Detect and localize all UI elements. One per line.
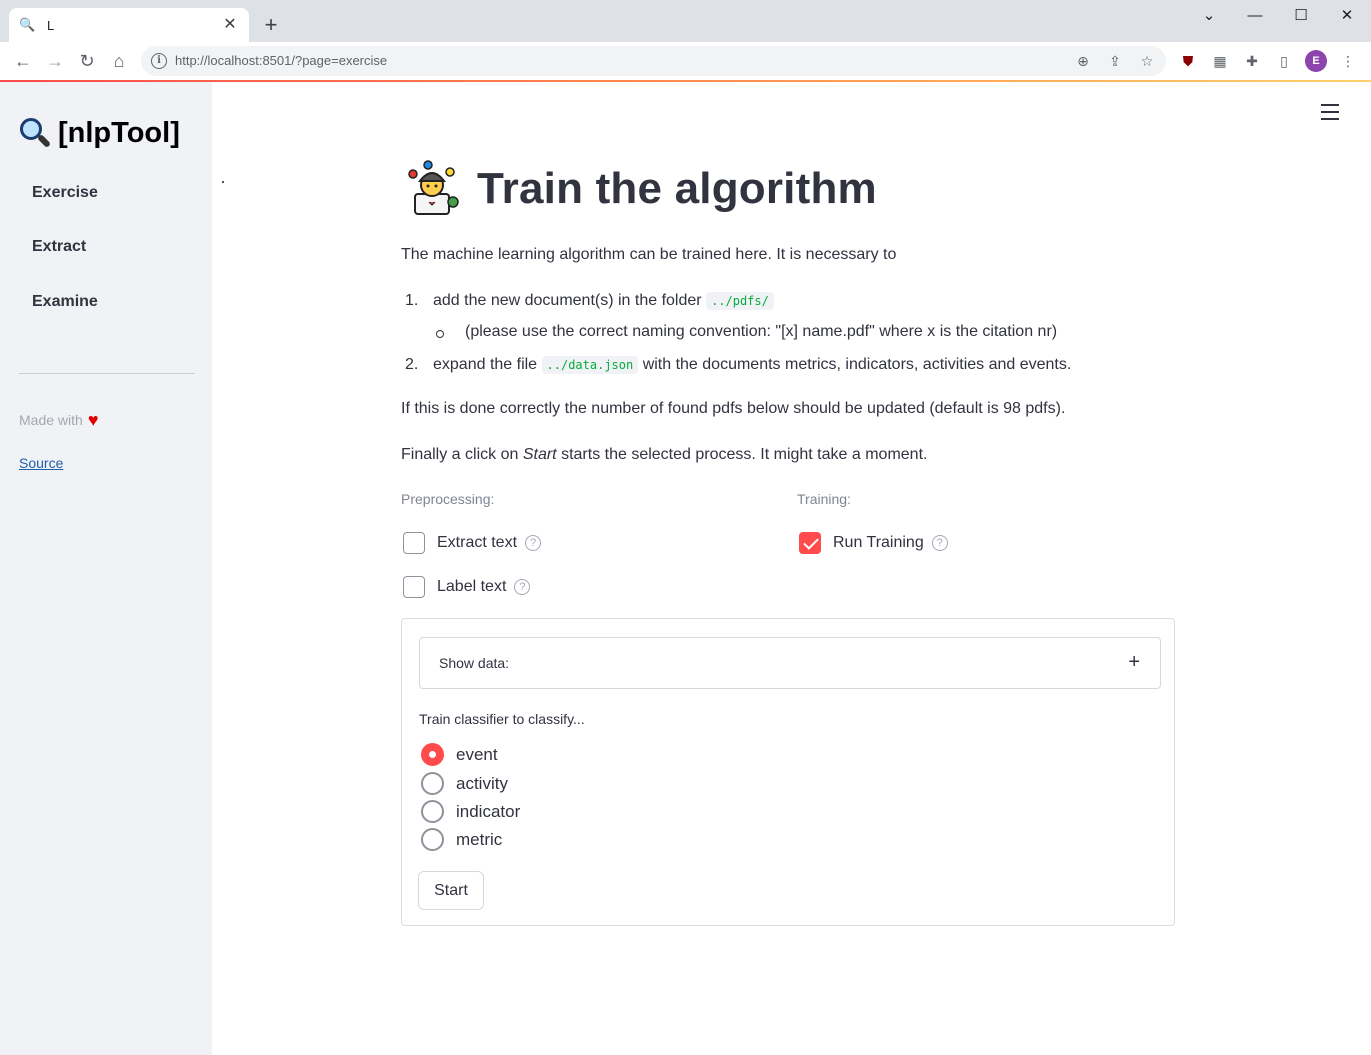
close-tab-icon[interactable]: ✕ <box>221 16 239 34</box>
radio-button[interactable] <box>421 743 444 766</box>
finally-text-a: Finally a click on <box>401 446 523 463</box>
tab-bar: 🔍 L ✕ + ⌄ — ☐ ✕ <box>0 0 1371 42</box>
list-item-1: add the new document(s) in the folder ..… <box>433 292 774 310</box>
sidebar-item-examine[interactable]: Examine <box>32 293 98 311</box>
url-text[interactable]: http://localhost:8501/?page=exercise <box>175 53 387 68</box>
finally-text: Finally a click on Start starts the sele… <box>401 446 927 464</box>
home-icon[interactable]: ⌂ <box>107 49 131 73</box>
list-item-2-text-b: with the documents metrics, indicators, … <box>642 356 1072 373</box>
show-data-expander[interactable]: Show data: + <box>419 637 1161 689</box>
minimize-icon[interactable]: — <box>1232 4 1278 28</box>
reload-icon[interactable]: ↻ <box>75 49 99 73</box>
sidebar-item-extract[interactable]: Extract <box>32 238 86 256</box>
kebab-menu-icon[interactable]: ⋮ <box>1337 50 1359 72</box>
finally-text-b: starts the selected process. It might ta… <box>556 446 928 463</box>
page-title: Train the algorithm <box>477 164 877 213</box>
list-number-1: 1. <box>405 292 419 309</box>
plus-icon[interactable]: + <box>1128 650 1140 674</box>
sidebar-divider <box>19 373 195 374</box>
training-form: Show data: + Train classifier to classif… <box>401 618 1175 926</box>
magnifier-favicon-icon: 🔍 <box>19 17 36 32</box>
browser-chrome: 🔍 L ✕ + ⌄ — ☐ ✕ ← → ↻ ⌂ i http://localho… <box>0 0 1371 81</box>
note-text: If this is done correctly the number of … <box>401 400 1066 417</box>
made-with-text: Made with ♥ <box>19 410 99 430</box>
extensions-puzzle-icon[interactable]: ✚ <box>1241 50 1263 72</box>
help-icon[interactable]: ? <box>514 579 531 595</box>
run-training-checkbox[interactable] <box>799 532 821 554</box>
list-item-1-text: add the new document(s) in the folder <box>433 292 702 309</box>
list-item-1-sub: (please use the correct naming conventio… <box>465 323 1058 340</box>
close-window-icon[interactable]: ✕ <box>1324 4 1370 28</box>
tab-title: L <box>47 17 55 33</box>
radio-button[interactable] <box>421 800 444 823</box>
run-training-checkbox-row[interactable]: Run Training ? <box>799 532 948 554</box>
source-link[interactable]: Source <box>19 455 63 471</box>
page-header: Train the algorithm <box>405 160 877 218</box>
radio-option-label[interactable]: metric <box>456 830 502 850</box>
radio-option-event[interactable]: event <box>421 743 498 766</box>
list-number-2: 2. <box>405 356 419 373</box>
profile-avatar[interactable]: E <box>1305 50 1327 72</box>
browser-tab[interactable]: 🔍 L ✕ <box>9 8 249 42</box>
list-item-2-text-a: expand the file <box>433 356 538 373</box>
label-text-checkbox[interactable] <box>403 576 425 598</box>
sub-bullet <box>436 330 444 338</box>
scientist-icon <box>408 160 459 215</box>
radio-option-label[interactable]: indicator <box>456 802 520 822</box>
radio-option-label[interactable]: event <box>456 745 498 765</box>
run-training-label[interactable]: Run Training <box>833 534 924 552</box>
intro-text: The machine learning algorithm can be tr… <box>401 246 897 263</box>
sidebar-item-exercise[interactable]: Exercise <box>32 184 98 202</box>
radio-button[interactable] <box>421 828 444 851</box>
tab-search-icon[interactable]: ⌄ <box>1186 4 1232 28</box>
back-icon[interactable]: ← <box>11 49 35 73</box>
radio-option-label[interactable]: activity <box>456 774 508 794</box>
radio-option-indicator[interactable]: indicator <box>421 800 520 823</box>
share-icon[interactable]: ⇪ <box>1105 51 1125 71</box>
brand-title: [nlpTool] <box>18 116 180 150</box>
data-json-code: ../data.json <box>541 356 639 374</box>
classifier-radio-label: Train classifier to classify... <box>419 711 585 727</box>
list-item-2: expand the file ../data.json with the do… <box>433 356 1071 374</box>
sidebar: [nlpTool] Exercise Extract Examine Made … <box>0 82 212 1055</box>
label-text-checkbox-row[interactable]: Label text ? <box>403 576 531 598</box>
radio-option-activity[interactable]: activity <box>421 772 508 795</box>
qr-extension-icon[interactable]: ▦ <box>1209 50 1231 72</box>
training-label: Training: <box>797 491 851 507</box>
heart-icon: ♥ <box>87 410 99 430</box>
hamburger-menu-icon[interactable] <box>1321 104 1339 120</box>
browser-toolbar: ← → ↻ ⌂ i http://localhost:8501/?page=ex… <box>0 42 1371 80</box>
new-tab-icon[interactable]: + <box>259 13 283 37</box>
forward-icon[interactable]: → <box>43 49 67 73</box>
brand-text: [nlpTool] <box>58 116 180 149</box>
help-icon[interactable]: ? <box>525 535 542 551</box>
site-info-icon[interactable]: i <box>151 53 167 69</box>
extract-text-label[interactable]: Extract text <box>437 534 517 552</box>
pdfs-folder-code: ../pdfs/ <box>706 292 774 310</box>
radio-option-metric[interactable]: metric <box>421 828 502 851</box>
preprocessing-label: Preprocessing: <box>401 491 495 507</box>
address-bar[interactable]: i http://localhost:8501/?page=exercise ⊕… <box>141 46 1166 76</box>
finally-text-start: Start <box>522 446 557 463</box>
magnifier-icon <box>18 116 52 150</box>
side-panel-icon[interactable]: ▯ <box>1273 50 1295 72</box>
bookmark-star-icon[interactable]: ☆ <box>1137 51 1157 71</box>
extract-text-checkbox[interactable] <box>403 532 425 554</box>
maximize-icon[interactable]: ☐ <box>1278 4 1324 28</box>
label-text-label[interactable]: Label text <box>437 578 506 596</box>
ublock-extension-icon[interactable]: ⛊ <box>1177 50 1199 72</box>
made-with-label: Made with <box>19 412 83 428</box>
zoom-icon[interactable]: ⊕ <box>1073 51 1093 71</box>
extract-text-checkbox-row[interactable]: Extract text ? <box>403 532 542 554</box>
show-data-label[interactable]: Show data: <box>439 655 509 671</box>
radio-button[interactable] <box>421 772 444 795</box>
start-button[interactable]: Start <box>418 871 484 910</box>
help-icon[interactable]: ? <box>931 535 948 551</box>
stray-dot <box>222 181 224 183</box>
